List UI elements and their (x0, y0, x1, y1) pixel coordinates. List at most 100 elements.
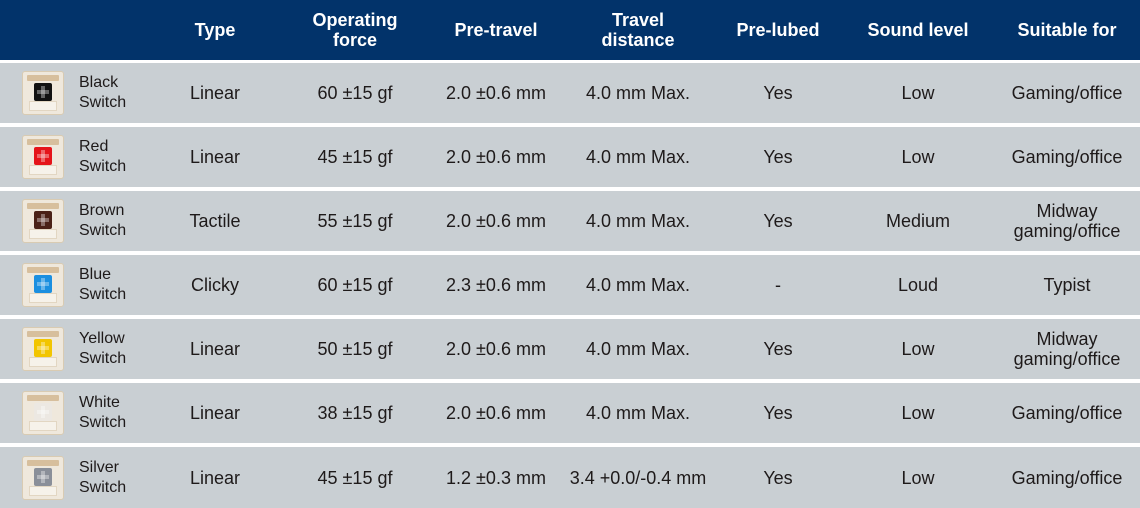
travel-distance-cell: 3.4 +0.0/-0.4 mm (569, 467, 707, 488)
suitable-for-cell: Midway gaming/office (994, 329, 1140, 369)
header-travel-distance: Travel distance (562, 10, 714, 50)
travel-distance-cell: 4.0 mm Max. (585, 211, 691, 231)
table-header: Type Operating force Pre-travel Travel d… (0, 0, 1140, 63)
travel-distance-cell: 4.0 mm Max. (585, 403, 691, 423)
header-type: Type (194, 20, 236, 40)
pre-travel-cell: 2.0 ±0.6 mm (446, 83, 546, 103)
pre-lubed-cell: Yes (763, 339, 793, 359)
force-cell: 45 ±15 gf (317, 467, 393, 488)
switch-name: Black Switch (79, 73, 126, 113)
blue-switch-icon (22, 263, 64, 307)
switch-name-line: Switch (79, 222, 127, 239)
table-row: Red Switch Linear 45 ±15 gf 2.0 ±0.6 mm … (0, 127, 1140, 191)
switch-cell: Black Switch (0, 71, 150, 115)
suitable-for-line: gaming/office (1013, 221, 1121, 241)
switch-name-line: Switch (79, 94, 127, 111)
sound-level-cell: Low (901, 83, 935, 103)
type-cell: Linear (189, 467, 241, 488)
pre-travel-cell: 1.2 ±0.3 mm (446, 467, 546, 488)
header-suitable-for: Suitable for (1017, 20, 1117, 40)
table-row: Black Switch Linear 60 ±15 gf 2.0 ±0.6 m… (0, 63, 1140, 127)
suitable-for-line: Midway (1036, 329, 1098, 349)
header-line: Travel (611, 10, 665, 30)
suitable-for-line: gaming/office (1013, 349, 1121, 369)
switch-name-line: White (79, 394, 120, 411)
pre-travel-cell: 2.0 ±0.6 mm (446, 403, 546, 423)
travel-distance-cell: 4.0 mm Max. (585, 83, 691, 103)
sound-level-cell: Low (901, 339, 935, 359)
pre-travel-cell: 2.0 ±0.6 mm (446, 211, 546, 231)
header-line: Operating (312, 10, 398, 30)
switch-cell: Red Switch (0, 135, 150, 179)
suitable-for-line: Typist (1043, 275, 1091, 295)
table-row: White Switch Linear 38 ±15 gf 2.0 ±0.6 m… (0, 383, 1140, 447)
suitable-for-cell: Gaming/office (994, 468, 1140, 488)
switch-stem (34, 275, 52, 293)
switch-cell: Brown Switch (0, 199, 150, 243)
type-cell: Linear (189, 339, 241, 359)
yellow-switch-icon (22, 327, 64, 371)
force-cell: 60 ±15 gf (317, 83, 393, 103)
switch-stem (34, 211, 52, 229)
switch-name: Blue Switch (79, 265, 126, 305)
switch-name-line: Yellow (79, 330, 125, 347)
travel-distance-cell: 4.0 mm Max. (585, 339, 691, 359)
suitable-for-cell: Gaming/office (994, 83, 1140, 103)
table-row: Blue Switch Clicky 60 ±15 gf 2.3 ±0.6 mm… (0, 255, 1140, 319)
type-cell: Linear (189, 83, 241, 103)
pre-travel-cell: 2.0 ±0.6 mm (446, 147, 546, 167)
switch-name-line: Switch (79, 478, 127, 496)
suitable-for-line: Gaming/office (1011, 467, 1123, 488)
force-cell: 45 ±15 gf (317, 147, 393, 167)
brown-switch-icon (22, 199, 64, 243)
table-row: Yellow Switch Linear 50 ±15 gf 2.0 ±0.6 … (0, 319, 1140, 383)
force-cell: 50 ±15 gf (317, 339, 393, 359)
pre-lubed-cell: Yes (763, 403, 793, 423)
table-row: Silver Switch Linear 45 ±15 gf 1.2 ±0.3 … (0, 447, 1140, 508)
suitable-for-line: Gaming/office (1011, 83, 1123, 103)
suitable-for-cell: Gaming/office (994, 147, 1140, 167)
travel-distance-cell: 4.0 mm Max. (585, 275, 691, 295)
white-switch-icon (22, 391, 64, 435)
switch-stem (34, 339, 52, 357)
black-switch-icon (22, 71, 64, 115)
sound-level-cell: Loud (897, 275, 939, 295)
switch-name: Silver Switch (79, 458, 126, 498)
header-line: force (332, 30, 377, 50)
header-pre-travel: Pre-travel (454, 20, 538, 40)
table-row: Brown Switch Tactile 55 ±15 gf 2.0 ±0.6 … (0, 191, 1140, 255)
switch-name-line: Brown (79, 202, 125, 219)
silver-switch-icon (22, 455, 64, 500)
switch-name-line: Switch (79, 414, 127, 431)
switch-cell: Silver Switch (0, 455, 150, 500)
force-cell: 60 ±15 gf (317, 275, 393, 295)
type-cell: Clicky (191, 275, 239, 295)
suitable-for-line: Gaming/office (1011, 403, 1123, 423)
switch-stem (34, 83, 52, 101)
suitable-for-cell: Typist (994, 275, 1140, 295)
table-body: Black Switch Linear 60 ±15 gf 2.0 ±0.6 m… (0, 63, 1140, 508)
pre-travel-cell: 2.0 ±0.6 mm (446, 339, 546, 359)
type-cell: Linear (189, 403, 241, 423)
pre-lubed-cell: Yes (763, 467, 793, 488)
pre-lubed-cell: Yes (763, 211, 793, 231)
switch-name-line: Switch (79, 286, 127, 303)
switch-name: Yellow Switch (79, 329, 126, 369)
header-line: distance (601, 30, 675, 50)
pre-lubed-cell: Yes (763, 83, 793, 103)
switch-cell: White Switch (0, 391, 150, 435)
sound-level-cell: Low (901, 147, 935, 167)
switch-stem (34, 403, 52, 421)
travel-distance-cell: 4.0 mm Max. (585, 147, 691, 167)
sound-level-cell: Low (901, 467, 935, 488)
switch-name: Brown Switch (79, 201, 126, 241)
switch-name-line: Black (79, 74, 119, 91)
type-cell: Tactile (189, 211, 241, 231)
switch-name-line: Red (79, 138, 109, 155)
suitable-for-line: Midway (1036, 201, 1098, 221)
switch-name-line: Switch (79, 158, 127, 175)
header-pre-lubed: Pre-lubed (736, 20, 820, 40)
switch-name-line: Blue (79, 266, 112, 283)
header-operating-force: Operating force (280, 10, 430, 50)
switch-name-line: Silver (79, 458, 120, 476)
